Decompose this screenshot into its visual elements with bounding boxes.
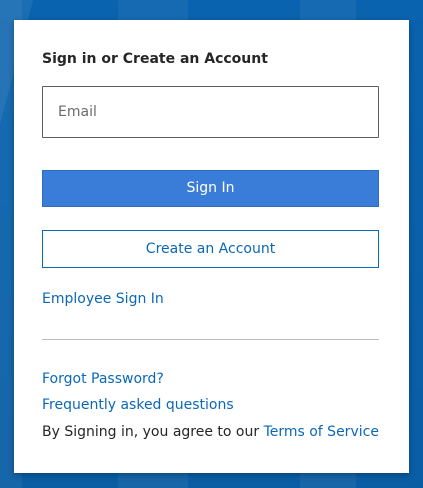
forgot-password-link[interactable]: Forgot Password? <box>42 371 164 387</box>
create-account-button[interactable]: Create an Account <box>42 230 379 268</box>
sign-in-button[interactable]: Sign In <box>42 170 379 207</box>
employee-sign-in-link[interactable]: Employee Sign In <box>42 291 164 307</box>
sign-in-card: Sign in or Create an Account Sign In Cre… <box>14 20 409 473</box>
terms-prefix-text: By Signing in, you agree to our <box>42 424 264 440</box>
form-heading: Sign in or Create an Account <box>42 51 268 67</box>
faq-link[interactable]: Frequently asked questions <box>42 397 234 413</box>
terms-notice: By Signing in, you agree to our Terms of… <box>42 424 379 440</box>
email-input[interactable] <box>42 86 379 138</box>
divider <box>42 339 379 340</box>
terms-of-service-link[interactable]: Terms of Service <box>264 424 379 440</box>
